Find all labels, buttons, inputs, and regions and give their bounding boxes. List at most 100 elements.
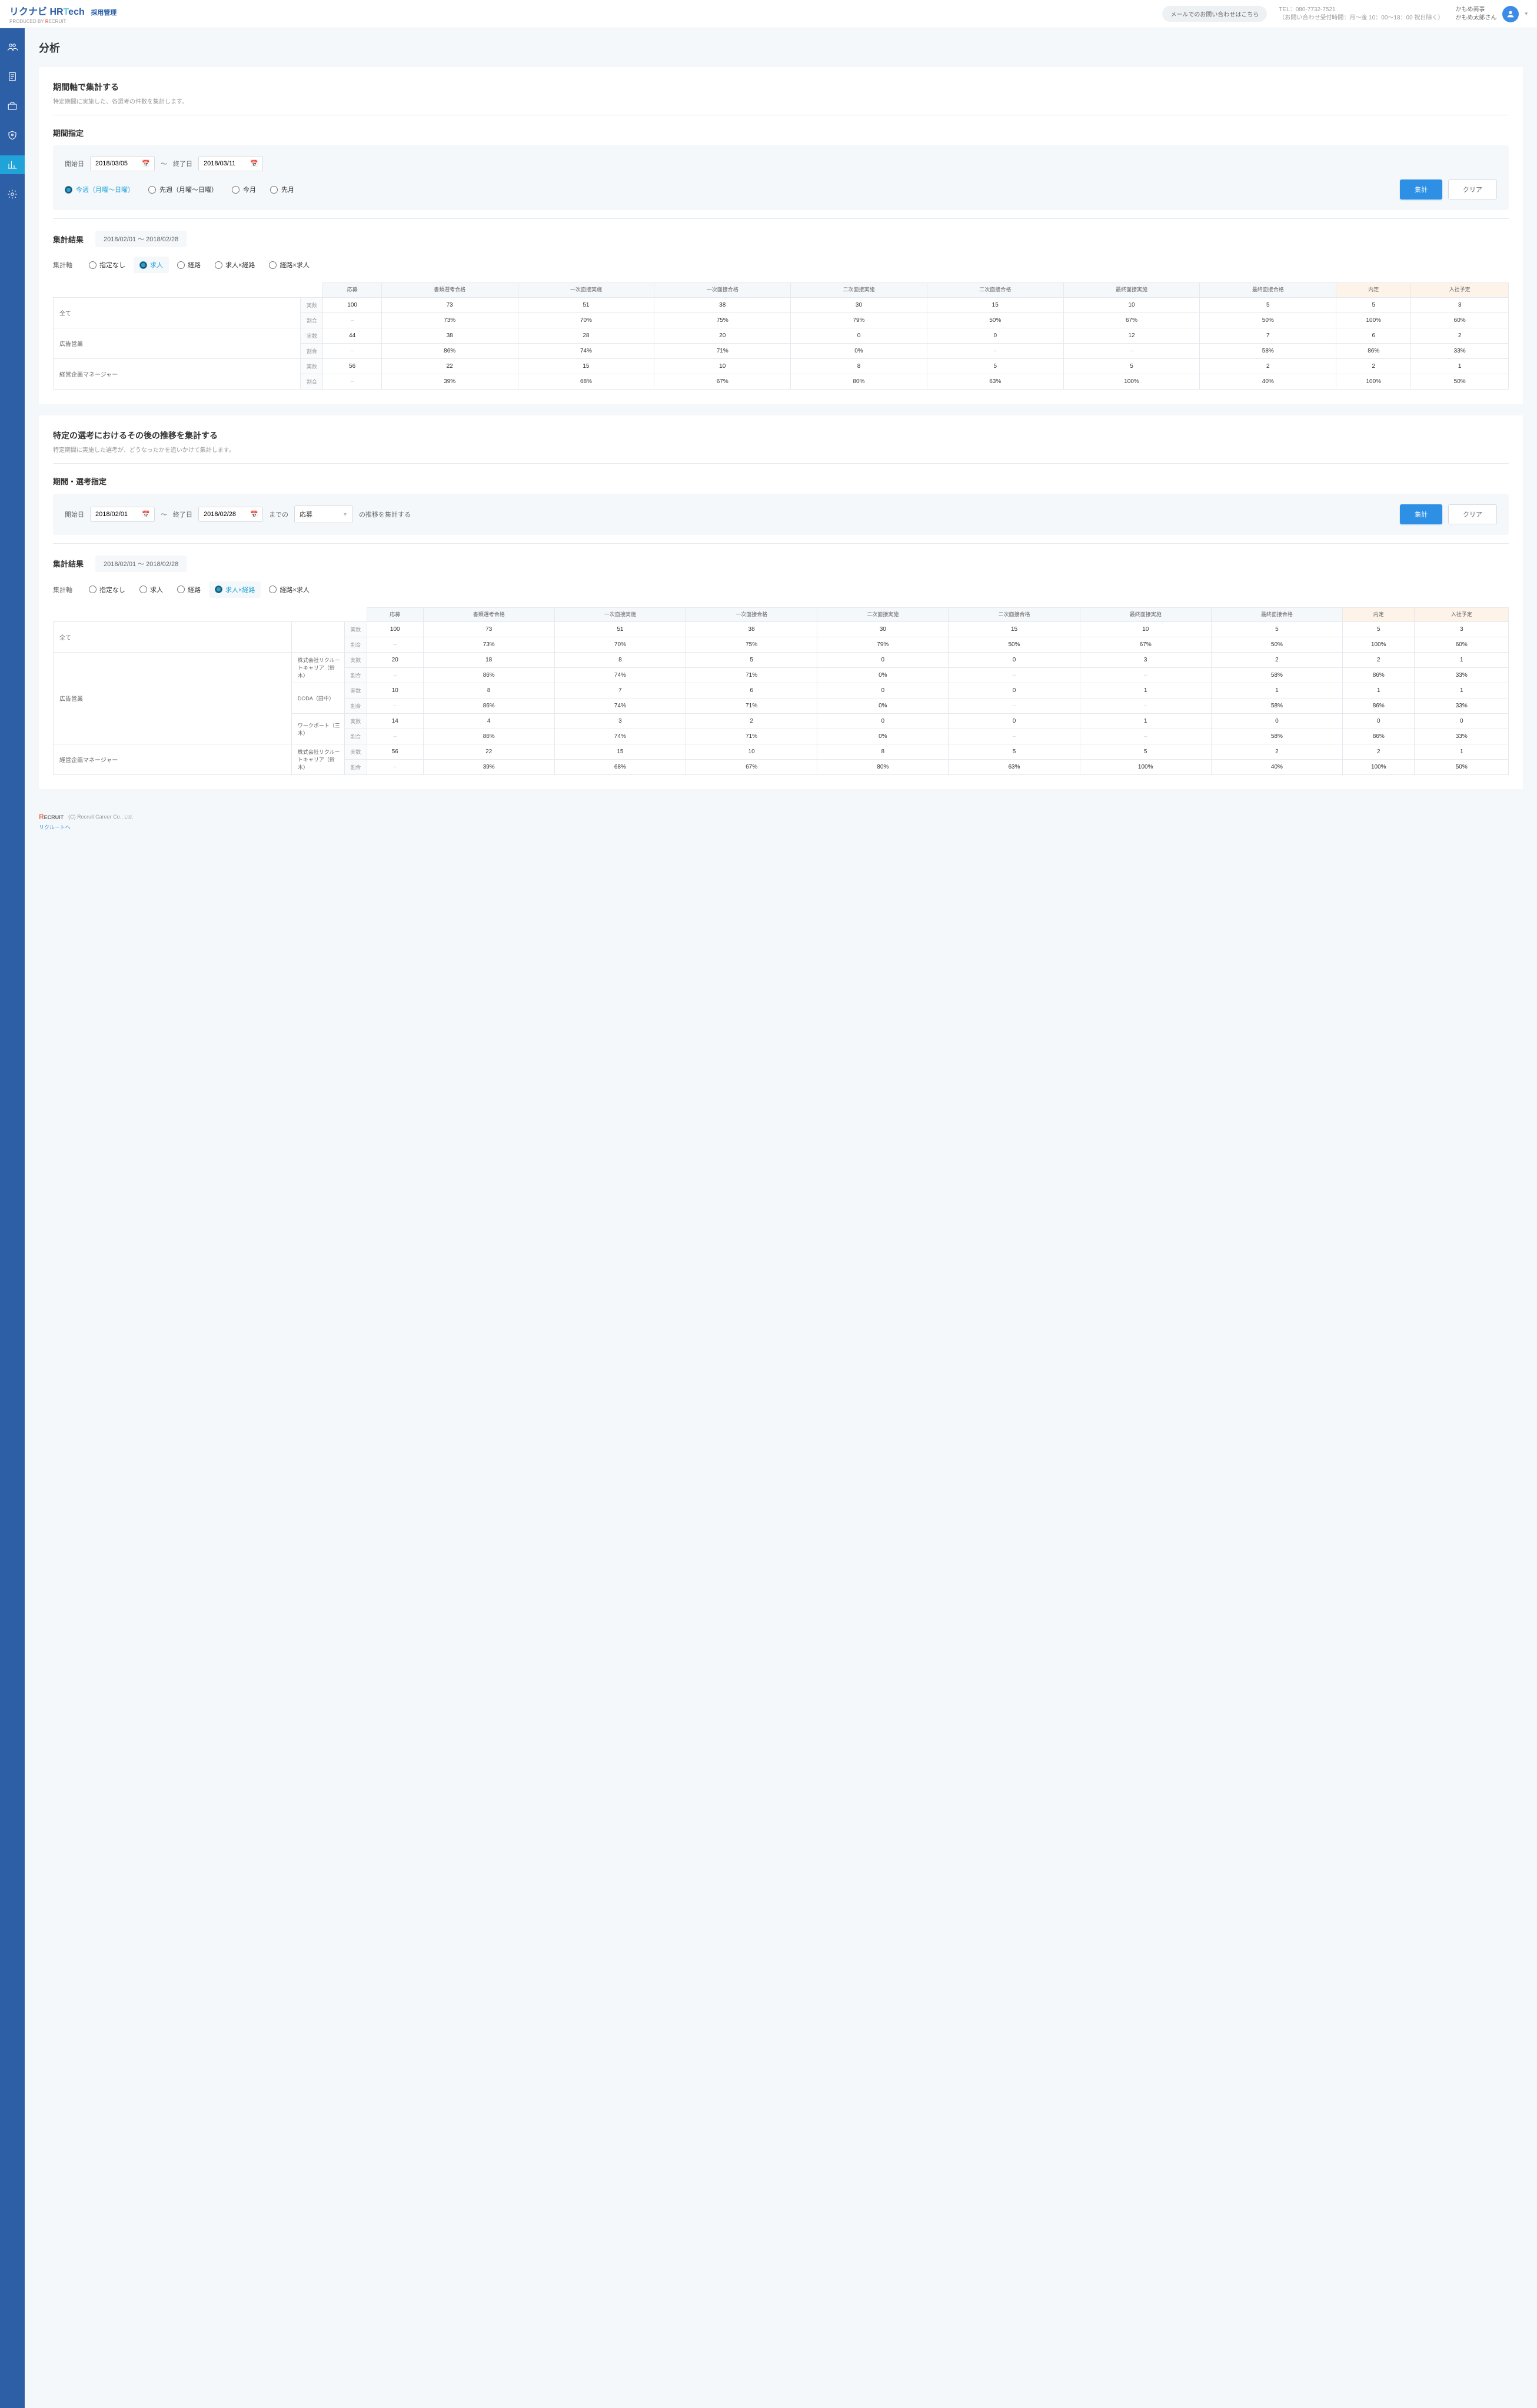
axis-radio-axis2-4[interactable]: 経路×求人 [263, 581, 315, 598]
radio-period1-0[interactable]: 今週（月曜〜日曜） [65, 185, 134, 194]
nav-shield-icon[interactable] [0, 126, 25, 145]
table-cell: – [949, 729, 1080, 744]
axis-radio-axis1-3[interactable]: 求人×経路 [209, 257, 261, 273]
suffix-label: までの [269, 510, 288, 519]
table-cell: 50% [927, 312, 1063, 328]
table-cell: 86% [1343, 699, 1415, 714]
table-cell: 71% [686, 699, 817, 714]
submit-button[interactable]: 集計 [1400, 179, 1442, 199]
table-cell: 5 [1080, 744, 1211, 760]
start-date-input[interactable] [90, 156, 155, 171]
radio-input[interactable] [89, 586, 97, 593]
table-cell: 2 [1411, 328, 1509, 343]
radio-input[interactable] [270, 186, 278, 194]
axis-label: 集計軸 [53, 585, 72, 594]
table-sub-label [291, 622, 344, 653]
axis-radio-group: 指定なし求人経路求人×経路経路×求人 [83, 581, 315, 598]
table-cell: – [367, 637, 423, 653]
radio-period1-2[interactable]: 今月 [232, 185, 256, 194]
section-period-aggregate: 期間軸で集計する 特定期間に実施した、各選考の件数を集計します。 期間指定 開始… [39, 67, 1523, 404]
table-cell: 7 [554, 683, 686, 699]
tilde: 〜 [161, 510, 167, 519]
radio-input[interactable] [148, 186, 156, 194]
radio-input[interactable] [89, 261, 97, 269]
radio-input[interactable] [65, 186, 72, 194]
nav-analytics-icon[interactable] [0, 155, 25, 174]
nav-briefcase-icon[interactable] [0, 97, 25, 115]
table-cell: 2 [1343, 744, 1415, 760]
radio-input[interactable] [269, 586, 277, 593]
chevron-down-icon: ▼ [342, 511, 348, 517]
radio-input[interactable] [269, 261, 277, 269]
axis-radio-axis1-0[interactable]: 指定なし [83, 257, 131, 273]
table-cell: 74% [554, 699, 686, 714]
table-cell: 67% [1063, 312, 1200, 328]
radio-input[interactable] [177, 261, 185, 269]
table-cell: 28 [518, 328, 654, 343]
radio-input[interactable] [215, 586, 222, 593]
table-header: 入社予定 [1411, 283, 1509, 298]
axis-radio-axis1-2[interactable]: 経路 [171, 257, 207, 273]
table-header: 入社予定 [1415, 607, 1509, 622]
end-date-input[interactable] [198, 507, 263, 522]
radio-input[interactable] [232, 186, 239, 194]
table-cell: 0 [949, 683, 1080, 699]
metric-label: 割合 [344, 729, 367, 744]
nav-candidates-icon[interactable] [0, 38, 25, 56]
start-date-input[interactable] [90, 507, 155, 522]
table-header: 応募 [323, 283, 381, 298]
table-cell: 56 [323, 358, 381, 374]
table-cell: 10 [1063, 297, 1200, 312]
table-cell: 75% [686, 637, 817, 653]
table-cell: 58% [1211, 729, 1342, 744]
section-desc: 特定期間に実施した、各選考の件数を集計します。 [53, 97, 1509, 105]
clear-button[interactable]: クリア [1448, 179, 1497, 199]
submit-button[interactable]: 集計 [1400, 504, 1442, 524]
table-cell: 33% [1415, 668, 1509, 683]
nav-settings-icon[interactable] [0, 185, 25, 204]
mail-contact-button[interactable]: メールでのお問い合わせはこちら [1162, 6, 1267, 22]
table-cell: – [323, 312, 381, 328]
radio-period1-3[interactable]: 先月 [270, 185, 294, 194]
radio-input[interactable] [139, 261, 147, 269]
radio-input[interactable] [215, 261, 222, 269]
table-cell: 0% [817, 699, 949, 714]
table-cell: 5 [1200, 297, 1336, 312]
table-cell: 79% [791, 312, 927, 328]
section-desc: 特定期間に実施した選考が、どうなったかを追いかけて集計します。 [53, 445, 1509, 454]
end-date-input[interactable] [198, 156, 263, 171]
start-date-label: 開始日 [65, 510, 84, 519]
stage-select[interactable]: 応募▼ [294, 505, 353, 523]
table-cell: 38 [686, 622, 817, 637]
table-cell: 67% [654, 374, 791, 389]
footer-logo: R [39, 813, 44, 821]
axis-radio-axis1-1[interactable]: 求人 [134, 257, 169, 273]
table-header: 二次面接実施 [791, 283, 927, 298]
table-cell: 74% [554, 729, 686, 744]
axis-radio-axis2-0[interactable]: 指定なし [83, 581, 131, 598]
footer-link[interactable]: リクルートへ [39, 823, 1523, 831]
table-cell: 18 [423, 653, 554, 668]
table-sub-label: 株式会社リクルートキャリア（鈴木） [291, 744, 344, 775]
table-header: 内定 [1343, 607, 1415, 622]
axis-radio-axis1-4[interactable]: 経路×求人 [263, 257, 315, 273]
avatar-icon [1502, 6, 1519, 22]
radio-input[interactable] [139, 586, 147, 593]
table-header: 一次面接合格 [686, 607, 817, 622]
clear-button[interactable]: クリア [1448, 504, 1497, 524]
nav-document-icon[interactable] [0, 67, 25, 86]
radio-input[interactable] [177, 586, 185, 593]
table-group-label: 広告営業 [54, 653, 292, 744]
axis-radio-axis2-3[interactable]: 求人×経路 [209, 581, 261, 598]
table-cell: 0 [949, 714, 1080, 729]
table-header: 一次面接実施 [554, 607, 686, 622]
table-cell: 30 [817, 622, 949, 637]
table-header: 二次面接合格 [927, 283, 1063, 298]
table-cell: – [367, 760, 423, 775]
user-menu[interactable]: かもめ商事 かもめ太郎さん ▾ [1455, 6, 1528, 22]
radio-period1-1[interactable]: 先週（月曜〜日曜） [148, 185, 218, 194]
axis-radio-axis2-2[interactable]: 経路 [171, 581, 207, 598]
table-cell: 74% [518, 343, 654, 358]
table-cell: 8 [554, 653, 686, 668]
axis-radio-axis2-1[interactable]: 求人 [134, 581, 169, 598]
